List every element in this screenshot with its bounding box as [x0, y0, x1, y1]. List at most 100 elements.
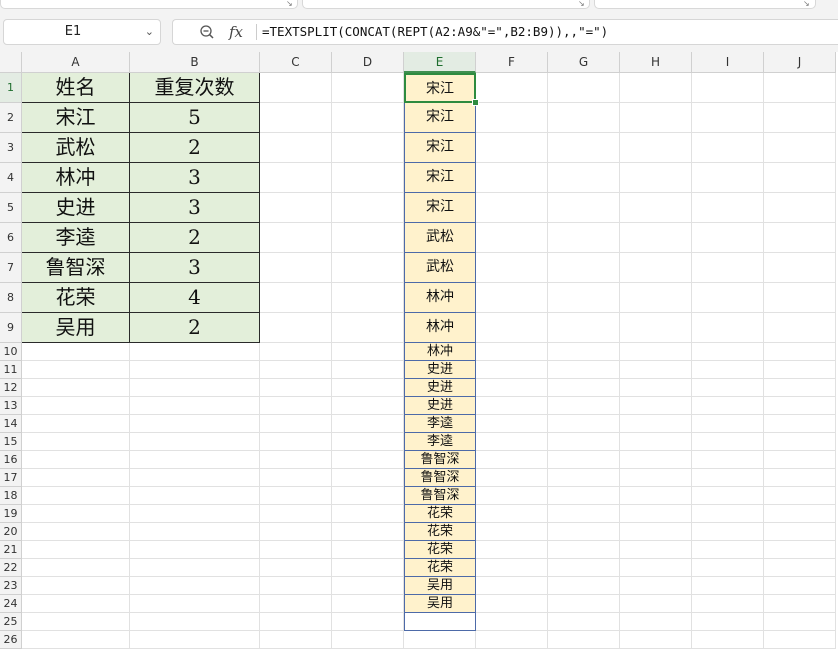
- cell-c13[interactable]: [260, 397, 332, 415]
- cell-i3[interactable]: [692, 133, 764, 163]
- cell-i22[interactable]: [692, 559, 764, 577]
- cell-c4[interactable]: [260, 163, 332, 193]
- cell-g10[interactable]: [548, 343, 620, 361]
- cell-b17[interactable]: [130, 469, 260, 487]
- cell-j15[interactable]: [764, 433, 836, 451]
- cell-j1[interactable]: [764, 73, 836, 103]
- cell-i23[interactable]: [692, 577, 764, 595]
- cell-c15[interactable]: [260, 433, 332, 451]
- spill-cell[interactable]: 鲁智深: [404, 451, 476, 469]
- cell-g6[interactable]: [548, 223, 620, 253]
- table-cell[interactable]: 3: [130, 163, 260, 193]
- cell-d1[interactable]: [332, 73, 404, 103]
- cell-j17[interactable]: [764, 469, 836, 487]
- cell-g17[interactable]: [548, 469, 620, 487]
- cell-c21[interactable]: [260, 541, 332, 559]
- spill-cell[interactable]: 花荣: [404, 523, 476, 541]
- cell-b18[interactable]: [130, 487, 260, 505]
- cell-d2[interactable]: [332, 103, 404, 133]
- cell-g24[interactable]: [548, 595, 620, 613]
- select-all-corner[interactable]: [0, 52, 22, 73]
- row-header-18[interactable]: 18: [0, 487, 22, 505]
- cell-c9[interactable]: [260, 313, 332, 343]
- cell-d10[interactable]: [332, 343, 404, 361]
- cell-i2[interactable]: [692, 103, 764, 133]
- table-header-cell[interactable]: 重复次数: [130, 73, 260, 103]
- cell-c24[interactable]: [260, 595, 332, 613]
- cell-c2[interactable]: [260, 103, 332, 133]
- column-header-b[interactable]: B: [130, 52, 260, 73]
- cell-j25[interactable]: [764, 613, 836, 631]
- cell-i26[interactable]: [692, 631, 764, 649]
- cell-a20[interactable]: [22, 523, 130, 541]
- spill-cell[interactable]: 史进: [404, 379, 476, 397]
- cell-a16[interactable]: [22, 451, 130, 469]
- row-header-22[interactable]: 22: [0, 559, 22, 577]
- cell-b13[interactable]: [130, 397, 260, 415]
- cell-j13[interactable]: [764, 397, 836, 415]
- cell-d19[interactable]: [332, 505, 404, 523]
- spill-cell[interactable]: 鲁智深: [404, 487, 476, 505]
- spill-cell[interactable]: 吴用: [404, 595, 476, 613]
- cell-c16[interactable]: [260, 451, 332, 469]
- cell-j10[interactable]: [764, 343, 836, 361]
- cell-b25[interactable]: [130, 613, 260, 631]
- cell-c23[interactable]: [260, 577, 332, 595]
- cell-b24[interactable]: [130, 595, 260, 613]
- cell-h25[interactable]: [620, 613, 692, 631]
- row-header-12[interactable]: 12: [0, 379, 22, 397]
- cell-h14[interactable]: [620, 415, 692, 433]
- cell-g26[interactable]: [548, 631, 620, 649]
- table-cell[interactable]: 5: [130, 103, 260, 133]
- cell-c18[interactable]: [260, 487, 332, 505]
- cell-d17[interactable]: [332, 469, 404, 487]
- cell-h21[interactable]: [620, 541, 692, 559]
- cell-i7[interactable]: [692, 253, 764, 283]
- cell-j26[interactable]: [764, 631, 836, 649]
- row-header-10[interactable]: 10: [0, 343, 22, 361]
- spill-cell[interactable]: 林冲: [404, 343, 476, 361]
- row-header-20[interactable]: 20: [0, 523, 22, 541]
- cell-f15[interactable]: [476, 433, 548, 451]
- cell-f22[interactable]: [476, 559, 548, 577]
- chevron-down-icon[interactable]: ⌄: [145, 20, 154, 44]
- cell-i11[interactable]: [692, 361, 764, 379]
- cell-a26[interactable]: [22, 631, 130, 649]
- cell-g7[interactable]: [548, 253, 620, 283]
- cell-d3[interactable]: [332, 133, 404, 163]
- cell-i18[interactable]: [692, 487, 764, 505]
- cell-g25[interactable]: [548, 613, 620, 631]
- spill-cell[interactable]: 鲁智深: [404, 469, 476, 487]
- cell-a24[interactable]: [22, 595, 130, 613]
- cell-f6[interactable]: [476, 223, 548, 253]
- formula-input-area[interactable]: fx =TEXTSPLIT(CONCAT(REPT(A2:A9&"=",B2:B…: [172, 19, 838, 45]
- cell-a15[interactable]: [22, 433, 130, 451]
- cell-c10[interactable]: [260, 343, 332, 361]
- spill-cell[interactable]: 花荣: [404, 505, 476, 523]
- table-cell[interactable]: 吴用: [22, 313, 130, 343]
- cell-h16[interactable]: [620, 451, 692, 469]
- cell-b11[interactable]: [130, 361, 260, 379]
- cell-d13[interactable]: [332, 397, 404, 415]
- cell-g18[interactable]: [548, 487, 620, 505]
- column-header-a[interactable]: A: [22, 52, 130, 73]
- cell-a22[interactable]: [22, 559, 130, 577]
- table-cell[interactable]: 3: [130, 193, 260, 223]
- cell-f26[interactable]: [476, 631, 548, 649]
- cell-f5[interactable]: [476, 193, 548, 223]
- cell-i15[interactable]: [692, 433, 764, 451]
- cell-g19[interactable]: [548, 505, 620, 523]
- cell-i14[interactable]: [692, 415, 764, 433]
- cell-h8[interactable]: [620, 283, 692, 313]
- cell-e25[interactable]: [404, 613, 476, 631]
- cell-j18[interactable]: [764, 487, 836, 505]
- cell-d26[interactable]: [332, 631, 404, 649]
- cell-j19[interactable]: [764, 505, 836, 523]
- spill-cell[interactable]: 宋江: [404, 103, 476, 133]
- cell-j22[interactable]: [764, 559, 836, 577]
- cell-d11[interactable]: [332, 361, 404, 379]
- cell-f24[interactable]: [476, 595, 548, 613]
- cell-i10[interactable]: [692, 343, 764, 361]
- cell-j4[interactable]: [764, 163, 836, 193]
- cell-a23[interactable]: [22, 577, 130, 595]
